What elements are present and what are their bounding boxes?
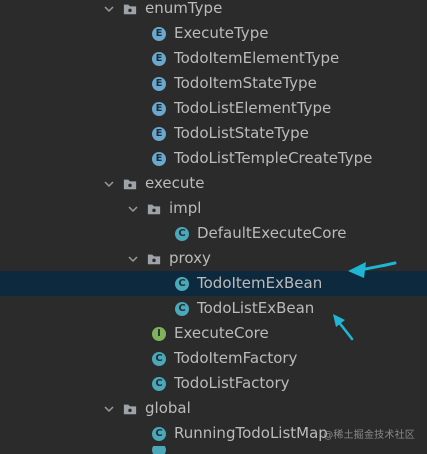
class-icon: C [152, 376, 166, 391]
folder-package-icon [147, 202, 161, 216]
watermark: @稀土掘金技术社区 [323, 430, 415, 441]
tree-row-label: impl [169, 199, 202, 217]
tree-row-label: enumType [145, 0, 223, 17]
tree-row-package-proxy[interactable]: proxy [0, 246, 427, 271]
tree-row-enum-todoitemstatetype[interactable]: E TodoItemStateType [0, 71, 427, 96]
enum-icon: E [152, 126, 166, 141]
chevron-down-icon[interactable] [127, 203, 139, 215]
chevron-down-icon[interactable] [127, 253, 139, 265]
class-icon: C [152, 426, 166, 441]
tree-row-class-todolistfactory[interactable]: C TodoListFactory [0, 371, 427, 396]
folder-package-icon [123, 177, 137, 191]
tree-row-label: TodoItemExBean [197, 274, 323, 292]
folder-package-icon [123, 2, 137, 16]
tree-row-label: TodoItemStateType [174, 74, 317, 92]
tree-row-label: TodoListTempleCreateType [174, 149, 373, 167]
tree-row-label: TodoItemFactory [174, 349, 298, 367]
tree-row-label: TodoListFactory [174, 374, 290, 392]
enum-icon: E [152, 151, 166, 166]
tree-row-enum-todolistelementtype[interactable]: E TodoListElementType [0, 96, 427, 121]
folder-package-icon [123, 402, 137, 416]
enum-icon: E [152, 101, 166, 116]
tree-row-package-impl[interactable]: impl [0, 196, 427, 221]
tree-row-class-todoitemexbean[interactable]: C TodoItemExBean [0, 271, 427, 296]
tree-row-label: global [145, 399, 191, 417]
tree-row-label: TodoListExBean [197, 299, 315, 317]
tree-row-class-todoitemfactory[interactable]: C TodoItemFactory [0, 346, 427, 371]
tree-row-label: ExecuteCore [174, 324, 269, 342]
tree-row-enum-todoitemelementtype[interactable]: E TodoItemElementType [0, 46, 427, 71]
tree-row-package-execute[interactable]: execute [0, 171, 427, 196]
tree-row-class-todolistexbean[interactable]: C TodoListExBean [0, 296, 427, 321]
chevron-down-icon[interactable] [103, 403, 115, 415]
tree-row-label: proxy [169, 249, 211, 267]
chevron-down-icon[interactable] [103, 3, 115, 15]
tree-row-label: TodoListElementType [174, 99, 332, 117]
tree-row-label: DefaultExecuteCore [197, 224, 347, 242]
tree-row-label: execute [145, 174, 205, 192]
interface-icon: I [152, 326, 166, 341]
tree-row-class-defaultexecutecore[interactable]: C DefaultExecuteCore [0, 221, 427, 246]
class-icon: C [175, 226, 189, 241]
class-icon: C [175, 301, 189, 316]
enum-icon: E [152, 76, 166, 91]
tree-row-interface-executecore[interactable]: I ExecuteCore [0, 321, 427, 346]
project-tree: enumType E ExecuteType E TodoItemElement… [0, 0, 427, 454]
tree-row-package-enumtype[interactable]: enumType [0, 0, 427, 21]
enum-icon: E [152, 26, 166, 41]
tree-row-enum-executetype[interactable]: E ExecuteType [0, 21, 427, 46]
tree-row-package-global[interactable]: global [0, 396, 427, 421]
tree-row-enum-todolisttemplecreatetype[interactable]: E TodoListTempleCreateType [0, 146, 427, 171]
chevron-down-icon[interactable] [103, 178, 115, 190]
tree-row-label: RunningTodoListMap [174, 424, 328, 442]
enum-icon: E [152, 51, 166, 66]
class-icon: C [175, 276, 189, 291]
tree-row-label: ExecuteType [174, 24, 269, 42]
tree-row-enum-todoliststatetype[interactable]: E TodoListStateType [0, 121, 427, 146]
tree-row-label: TodoListStateType [174, 124, 309, 142]
folder-package-icon [147, 252, 161, 266]
tree-row-label: TodoItemElementType [174, 49, 340, 67]
class-icon: C [152, 351, 166, 366]
